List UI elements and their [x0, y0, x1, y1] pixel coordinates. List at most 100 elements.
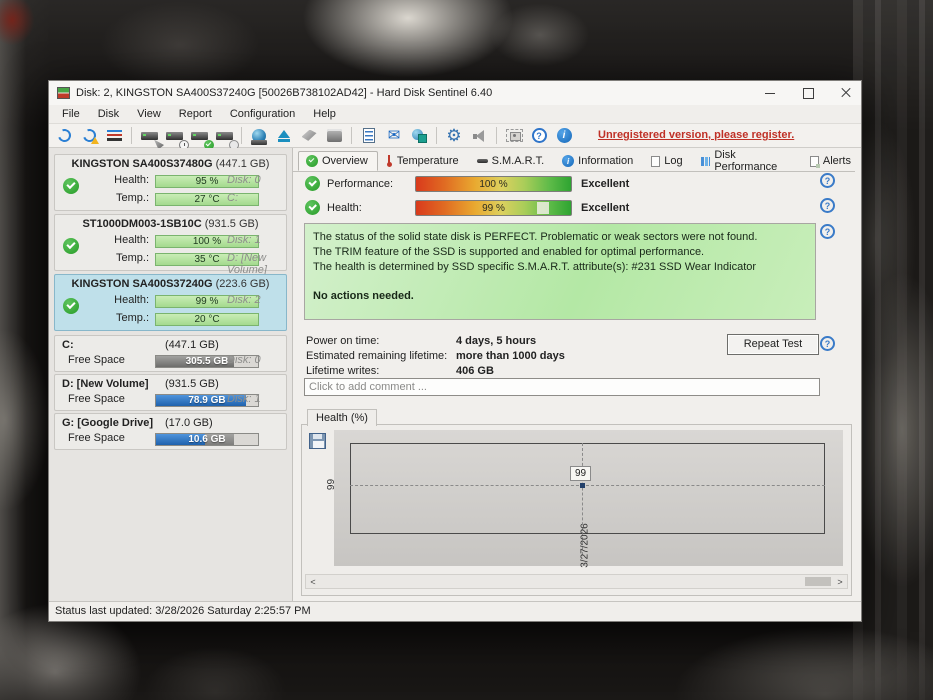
- status-line: The status of the solid state disk is PE…: [313, 231, 758, 243]
- disk-list-sidebar: KINGSTON SA400S37480G (447.1 GB) Health:…: [49, 148, 293, 601]
- register-link[interactable]: Unregistered version, please register.: [598, 129, 794, 141]
- menu-view[interactable]: View: [128, 106, 170, 122]
- report-icon[interactable]: [358, 126, 380, 146]
- tab-temperature[interactable]: Temperature: [378, 151, 469, 171]
- disk-cursor-icon[interactable]: [138, 126, 164, 150]
- close-icon[interactable]: [839, 86, 853, 100]
- writes-value: 406 GB: [456, 365, 494, 377]
- ok-icon: [305, 176, 320, 191]
- sound-icon[interactable]: [468, 126, 490, 146]
- tab-disk-performance[interactable]: Disk Performance: [693, 149, 802, 173]
- information-icon[interactable]: [553, 126, 575, 146]
- toolbar-separator: [496, 127, 497, 144]
- tab-strip: Overview Temperature S.M.A.R.T. Informat…: [298, 149, 861, 173]
- disk-status-text: The status of the solid state disk is PE…: [304, 223, 816, 320]
- temp-bar: 20 °C: [155, 313, 259, 326]
- photo-background: Disk: 2, KINGSTON SA400S37240G [50026B73…: [0, 0, 933, 700]
- health-meter: 99 %: [415, 200, 572, 216]
- performance-label: Performance:: [327, 178, 394, 190]
- disk-item-2-selected[interactable]: KINGSTON SA400S37240G (223.6 GB) Health:…: [54, 274, 287, 331]
- help-icon[interactable]: [820, 173, 835, 188]
- partition-item-d[interactable]: D: [New Volume] (931.5 GB) Free Space 78…: [54, 374, 287, 411]
- disk-title: KINGSTON SA400S37240G (223.6 GB): [71, 278, 270, 290]
- chart-data-point: [580, 483, 585, 488]
- screenshot-camera-icon[interactable]: [503, 126, 525, 146]
- toolbar-separator: [351, 127, 352, 144]
- menu-file[interactable]: File: [53, 106, 89, 122]
- alerts-icon: [809, 155, 820, 168]
- tab-overview[interactable]: Overview: [298, 151, 378, 171]
- hard-disk-sentinel-window: Disk: 2, KINGSTON SA400S37240G [50026B73…: [48, 80, 862, 622]
- save-chart-icon[interactable]: [309, 433, 326, 449]
- help-icon[interactable]: [528, 126, 550, 146]
- tab-log[interactable]: Log: [643, 151, 692, 171]
- email-icon[interactable]: ✉: [383, 126, 405, 146]
- disk-item-1[interactable]: ST1000DM003-1SB10C (931.5 GB) Health: 10…: [54, 214, 287, 276]
- health-label: Health:: [327, 202, 362, 214]
- status-action: No actions needed.: [313, 290, 414, 302]
- surface-tools-icon[interactable]: [298, 126, 320, 146]
- status-line: The health is determined by SSD specific…: [313, 261, 757, 273]
- tab-information[interactable]: Information: [554, 151, 643, 171]
- overview-pane: Overview Temperature S.M.A.R.T. Informat…: [293, 148, 861, 601]
- disk-ok-icon[interactable]: [188, 126, 214, 150]
- drive-letter: D: [New Volume]: [227, 252, 267, 276]
- free-space-label: Free Space: [68, 354, 125, 366]
- help-icon[interactable]: [820, 198, 835, 213]
- writes-label: Lifetime writes:: [306, 365, 380, 377]
- network-alert-icon[interactable]: [408, 126, 430, 146]
- menu-disk[interactable]: Disk: [89, 106, 128, 122]
- eject-icon[interactable]: [273, 126, 295, 146]
- tab-smart[interactable]: S.M.A.R.T.: [469, 151, 555, 171]
- status-bar: Status last updated: 3/28/2026 Saturday …: [49, 601, 861, 621]
- network-drive-icon[interactable]: [248, 126, 270, 146]
- chart-crosshair-horizontal: [350, 485, 825, 486]
- toolbar: ✉ ⚙ Unregistered version, please registe…: [49, 124, 861, 150]
- disk-number: Disk: 2: [227, 294, 261, 306]
- partition-item-g[interactable]: G: [Google Drive] (17.0 GB) Free Space 1…: [54, 413, 287, 450]
- status-line: The TRIM feature of the SSD is supported…: [313, 246, 705, 258]
- hardware-tools-icon[interactable]: [323, 126, 345, 146]
- temp-label: Temp.:: [115, 252, 149, 264]
- repeat-test-button[interactable]: Repeat Test: [727, 334, 819, 355]
- help-icon[interactable]: [820, 336, 835, 351]
- scrollbar-thumb[interactable]: [805, 577, 831, 586]
- app-icon: [57, 87, 70, 99]
- toolbar-separator: [436, 127, 437, 144]
- titlebar[interactable]: Disk: 2, KINGSTON SA400S37240G [50026B73…: [49, 81, 861, 105]
- scroll-left-icon[interactable]: [306, 575, 320, 588]
- partition-item-c[interactable]: C: (447.1 GB) Free Space 305.5 GB Disk: …: [54, 335, 287, 372]
- comment-input[interactable]: [304, 378, 820, 396]
- free-space-label: Free Space: [68, 432, 125, 444]
- scroll-right-icon[interactable]: [833, 575, 847, 588]
- page-icon: [651, 155, 661, 167]
- drive-letter: C:: [227, 192, 238, 204]
- menu-configuration[interactable]: Configuration: [221, 106, 304, 122]
- tab-alerts[interactable]: Alerts: [802, 151, 861, 171]
- disk-search-icon[interactable]: [213, 126, 239, 150]
- quick-config-icon[interactable]: [103, 126, 125, 146]
- floor-shadow: [0, 620, 933, 700]
- menu-report[interactable]: Report: [170, 106, 221, 122]
- minimize-icon[interactable]: [763, 86, 777, 100]
- help-icon[interactable]: [820, 224, 835, 239]
- chart-point-label: 99: [570, 466, 592, 481]
- menu-help[interactable]: Help: [304, 106, 345, 122]
- settings-gear-icon[interactable]: ⚙: [443, 126, 465, 146]
- disk-item-0[interactable]: KINGSTON SA400S37480G (447.1 GB) Health:…: [54, 154, 287, 211]
- refresh-icon[interactable]: [53, 126, 75, 146]
- health-label: Health:: [114, 294, 149, 306]
- free-space-bar: 10.6 GB: [155, 433, 259, 446]
- chart-x-tick: 3/27/2026: [579, 523, 591, 568]
- health-label: Health:: [114, 234, 149, 246]
- health-chart-panel: Health (%) 99 99 3/27/2026: [301, 409, 852, 596]
- chart-scrollbar[interactable]: [305, 574, 848, 589]
- health-rating: Excellent: [581, 202, 630, 214]
- disk-clock-icon[interactable]: [163, 126, 189, 150]
- performance-row: Performance: 100 % Excellent: [293, 176, 861, 193]
- performance-rating: Excellent: [581, 178, 630, 190]
- refresh-warning-icon[interactable]: [78, 126, 100, 146]
- disk-number: Disk: 1: [227, 234, 261, 246]
- maximize-icon[interactable]: [801, 86, 815, 100]
- health-chart-tab[interactable]: Health (%): [307, 409, 377, 426]
